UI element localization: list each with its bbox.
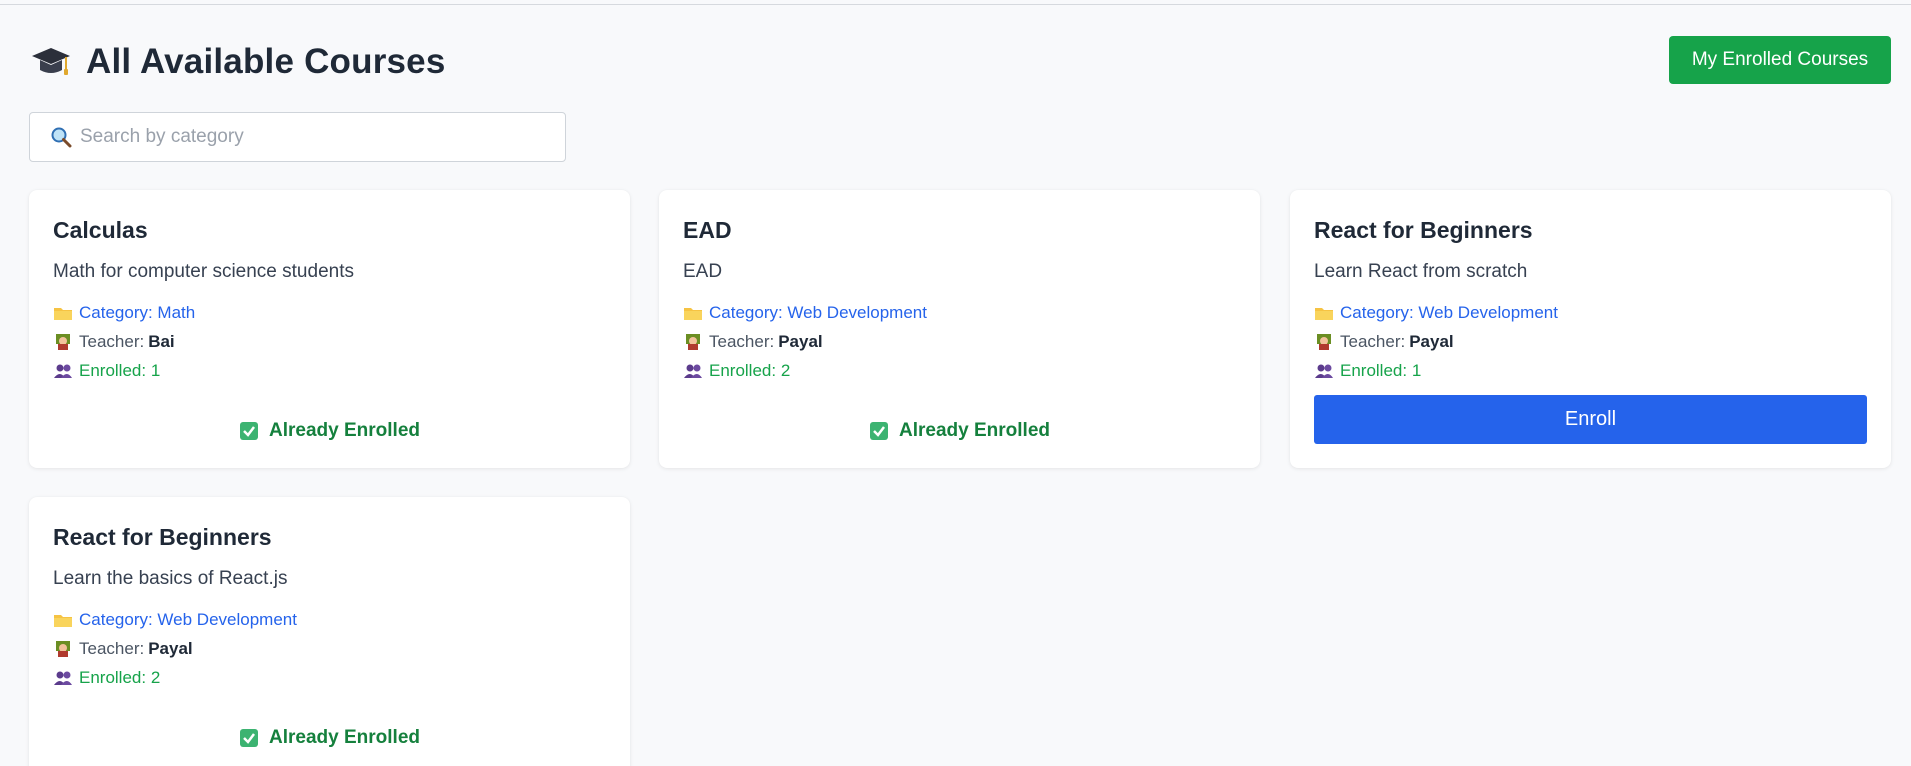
my-enrolled-courses-button[interactable]: My Enrolled Courses bbox=[1669, 36, 1891, 84]
enrolled-count: Enrolled: 1 bbox=[1340, 360, 1422, 380]
folder-icon bbox=[54, 307, 72, 320]
enroll-button[interactable]: Enroll bbox=[1314, 395, 1867, 444]
course-description: Learn the basics of React.js bbox=[53, 568, 288, 589]
category-text: Category: Web Development bbox=[79, 609, 297, 629]
course-card: Calculas Math for computer science stude… bbox=[29, 190, 630, 468]
enrolled-count: Enrolled: 1 bbox=[79, 360, 161, 380]
folder-icon bbox=[1315, 307, 1333, 320]
page-header: All Available Courses My Enrolled Course… bbox=[30, 36, 1891, 86]
title-group: All Available Courses bbox=[30, 42, 446, 82]
people-icon bbox=[1315, 364, 1333, 378]
teacher-name: Bai bbox=[148, 331, 175, 351]
status-text: Already Enrolled bbox=[269, 420, 420, 441]
category-text: Category: Math bbox=[79, 302, 196, 322]
enrolled-count: Enrolled: 2 bbox=[709, 360, 791, 380]
folder-icon bbox=[54, 614, 72, 627]
search-box[interactable] bbox=[29, 112, 566, 162]
course-teacher: Teacher: Bai bbox=[53, 327, 606, 356]
check-box-icon bbox=[870, 422, 888, 440]
page-title: All Available Courses bbox=[86, 42, 446, 81]
course-description: Learn React from scratch bbox=[1314, 261, 1528, 282]
already-enrolled-status: Already Enrolled bbox=[659, 420, 1260, 442]
teacher-icon bbox=[56, 640, 70, 657]
course-card: React for Beginners Learn the basics of … bbox=[29, 497, 630, 766]
course-category: Category: Web Development bbox=[683, 298, 1236, 327]
course-card: React for Beginners Learn React from scr… bbox=[1290, 190, 1891, 468]
teacher-label: Teacher: bbox=[1340, 331, 1406, 351]
course-title: React for Beginners bbox=[53, 524, 272, 550]
teacher-name: Payal bbox=[778, 331, 823, 351]
course-teacher: Teacher: Payal bbox=[683, 327, 1236, 356]
check-box-icon bbox=[240, 729, 258, 747]
teacher-label: Teacher: bbox=[709, 331, 775, 351]
teacher-icon bbox=[686, 333, 700, 350]
course-teacher: Teacher: Payal bbox=[53, 634, 606, 663]
course-enrolled: Enrolled: 1 bbox=[1314, 356, 1867, 385]
course-category: Category: Math bbox=[53, 298, 606, 327]
course-teacher: Teacher: Payal bbox=[1314, 327, 1867, 356]
category-text: Category: Web Development bbox=[1340, 302, 1558, 322]
course-enrolled: Enrolled: 1 bbox=[53, 356, 606, 385]
course-enrolled: Enrolled: 2 bbox=[53, 663, 606, 692]
course-enrolled: Enrolled: 2 bbox=[683, 356, 1236, 385]
teacher-label: Teacher: bbox=[79, 638, 145, 658]
magnifier-icon bbox=[51, 127, 72, 148]
top-divider bbox=[0, 4, 1911, 5]
category-text: Category: Web Development bbox=[709, 302, 927, 322]
status-text: Already Enrolled bbox=[899, 420, 1050, 441]
teacher-icon bbox=[1317, 333, 1331, 350]
course-category: Category: Web Development bbox=[1314, 298, 1867, 327]
course-title: Calculas bbox=[53, 217, 148, 243]
course-title: React for Beginners bbox=[1314, 217, 1533, 243]
people-icon bbox=[54, 671, 72, 685]
teacher-label: Teacher: bbox=[79, 331, 145, 351]
people-icon bbox=[684, 364, 702, 378]
course-category: Category: Web Development bbox=[53, 605, 606, 634]
teacher-name: Payal bbox=[1409, 331, 1454, 351]
course-card: EAD EAD Category: Web Development Teache… bbox=[659, 190, 1260, 468]
teacher-icon bbox=[56, 333, 70, 350]
search-input[interactable] bbox=[80, 126, 540, 148]
folder-icon bbox=[684, 307, 702, 320]
teacher-name: Payal bbox=[148, 638, 193, 658]
already-enrolled-status: Already Enrolled bbox=[29, 727, 630, 749]
graduation-cap-icon bbox=[32, 48, 70, 75]
enrolled-count: Enrolled: 2 bbox=[79, 667, 161, 687]
course-description: EAD bbox=[683, 261, 723, 282]
already-enrolled-status: Already Enrolled bbox=[29, 420, 630, 442]
course-title: EAD bbox=[683, 217, 732, 243]
course-description: Math for computer science students bbox=[53, 261, 354, 282]
check-box-icon bbox=[240, 422, 258, 440]
people-icon bbox=[54, 364, 72, 378]
status-text: Already Enrolled bbox=[269, 727, 420, 748]
